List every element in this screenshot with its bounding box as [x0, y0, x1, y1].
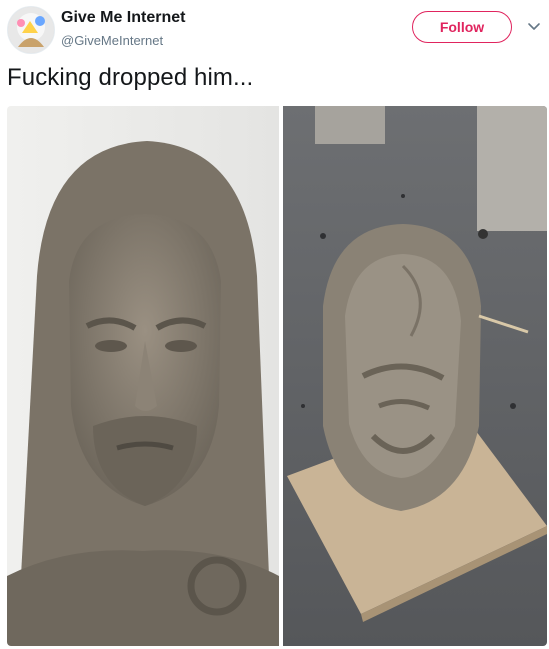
clay-bust-dropped-photo[interactable] — [283, 106, 547, 646]
tweet-media[interactable] — [7, 106, 547, 646]
avatar[interactable] — [7, 6, 55, 54]
author-name[interactable]: Give Me Internet — [61, 9, 185, 27]
follow-button[interactable]: Follow — [412, 11, 512, 43]
chevron-down-icon[interactable] — [526, 18, 542, 34]
tweet-text: Fucking dropped him... — [7, 64, 254, 91]
tweet-header: Give Me Internet @GiveMeInternet Follow — [0, 0, 549, 60]
clay-bust-intact-photo[interactable] — [7, 106, 279, 646]
author-handle[interactable]: @GiveMeInternet — [61, 33, 163, 48]
